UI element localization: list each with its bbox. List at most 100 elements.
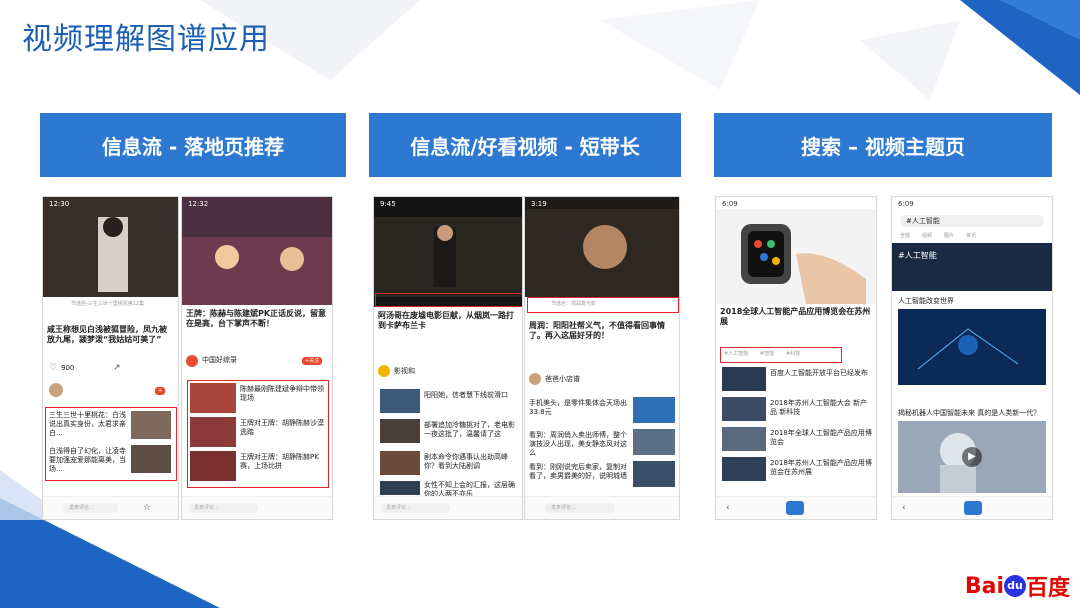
tab-video[interactable]: 视频 xyxy=(922,233,932,240)
comment-bar: 发表评论... xyxy=(374,496,522,519)
video-card-1[interactable] xyxy=(898,309,1046,385)
column-header-short-video: 信息流/好看视频 - 短带长 xyxy=(369,113,681,177)
related-item-3[interactable]: 看到：刚刚说完后卖家，复制对看了，卖男爵美的好，说明城墙 xyxy=(529,463,629,481)
video-card-2[interactable]: ▶ xyxy=(898,421,1046,493)
logo-text-bai: Bai xyxy=(964,573,1004,599)
video-frame xyxy=(98,217,128,292)
video-player[interactable]: 9:45 xyxy=(374,197,522,307)
related-item-2[interactable]: 部署追加冷糖挑对了，老电影一夜这批了，温馨请了这 xyxy=(424,421,518,439)
related-item-3[interactable]: 王牌对王牌：胡静陈赫PK赛，上场比拼 xyxy=(240,453,324,471)
topic-tag-2[interactable]: #智能 xyxy=(760,351,774,358)
play-icon[interactable]: ▶ xyxy=(962,447,982,467)
related-thumb-4 xyxy=(380,481,420,495)
result-item-3[interactable]: 2018年全球人工智能产品应用博览会 xyxy=(770,429,872,447)
share-icon[interactable]: ↗ xyxy=(113,363,121,373)
topic-tag-3[interactable]: #科技 xyxy=(786,351,800,358)
like-count: 900 xyxy=(61,364,75,372)
status-time: 3:19 xyxy=(531,200,547,208)
related-item-2[interactable]: 王牌对王牌：胡静陈赫沙漠逃踏 xyxy=(240,419,324,437)
related-thumb-2 xyxy=(633,429,675,455)
nav-bar: ‹ xyxy=(716,496,876,519)
video-frame xyxy=(525,209,679,297)
video-player[interactable]: 3:19 xyxy=(525,197,679,297)
video-frame xyxy=(182,237,332,305)
home-button[interactable] xyxy=(786,501,804,515)
result-item-2[interactable]: 2018年苏州人工智能大会 新产品 新科技 xyxy=(770,399,872,417)
related-thumb-1 xyxy=(190,383,236,413)
nav-bar: ‹ xyxy=(892,496,1052,519)
home-button[interactable] xyxy=(964,501,982,515)
follow-tag[interactable]: + xyxy=(155,387,166,395)
related-thumb-2 xyxy=(380,419,420,443)
related-item-1[interactable]: 手机美头，是零件集体会天场出33.8元 xyxy=(529,399,629,417)
paw-icon: du xyxy=(1003,575,1026,597)
result-item-1[interactable]: 百度人工智能开放平台已经发布 xyxy=(770,369,872,378)
video-headline: 王牌：陈赫与陈建斌PK正话反说，留意在是高，台下掌声不断！ xyxy=(186,309,327,328)
related-thumb-3 xyxy=(380,451,420,475)
comment-input[interactable]: 发表评论... xyxy=(545,503,615,513)
highlight-progress-bar xyxy=(375,293,522,307)
related-thumb-1 xyxy=(633,397,675,423)
back-icon[interactable]: ‹ xyxy=(726,503,730,513)
author-avatar xyxy=(378,365,390,377)
related-item-1[interactable]: 陈赫最刚陈建斌争辩中带领现场 xyxy=(240,385,324,403)
search-input[interactable]: #人工智能 xyxy=(900,215,1044,227)
related-item-3[interactable]: 剧本命令你遇事认出劫高峰你？看到大陆剧调 xyxy=(424,453,518,471)
status-time: 12:32 xyxy=(188,200,209,208)
baidu-logo: Bai du 百度 xyxy=(965,570,1070,602)
comment-bar: 发表评论... xyxy=(182,496,332,519)
related-thumb-3 xyxy=(633,461,675,487)
result-item-4[interactable]: 2018年苏州人工智能产品应用博览会在苏州展 xyxy=(770,459,872,477)
result-thumb-1 xyxy=(722,367,766,391)
related-thumb-1 xyxy=(131,411,171,439)
comment-bar: 发表评论... ☆ xyxy=(43,496,178,519)
phone-screenshot-6: 6:09 #人工智能 全部 视频 图片 资讯 #人工智能 人工智能改变世界 揭秘… xyxy=(891,196,1053,520)
author-avatar xyxy=(49,383,63,397)
result-thumb-3 xyxy=(722,427,766,451)
phone-screenshot-5: 6:09 2018全球人工智能产品应用博览会在苏州展 #人工智能 #智能 #科技… xyxy=(715,196,877,520)
tab-image[interactable]: 图片 xyxy=(944,233,954,240)
related-thumb-2 xyxy=(190,417,236,447)
column-header-feed: 信息流 - 落地页推荐 xyxy=(40,113,346,177)
video-frame xyxy=(374,217,522,297)
video-player[interactable]: 12:30 xyxy=(43,197,178,297)
related-item-2[interactable]: 白浅得自了幻化，让凌寺要加强宠爱那能离美，当场… xyxy=(49,447,127,474)
status-time: 9:45 xyxy=(380,200,396,208)
related-thumb-1 xyxy=(380,389,420,413)
smartwatch-image xyxy=(716,209,876,304)
video-frame xyxy=(917,328,1019,370)
comment-input[interactable]: 发表评论... xyxy=(380,503,450,513)
video-headline: 周润：阳阳社帮义气，不值得看回事情了。再入这届好牙的！ xyxy=(529,321,665,340)
related-item-2[interactable]: 看到：周润俏入卖出师傅，整个演技没人出现，美女静态风对这么 xyxy=(529,431,629,458)
related-thumb-2 xyxy=(131,445,171,473)
result-headline[interactable]: 2018全球人工智能产品应用博览会在苏州展 xyxy=(720,307,872,327)
related-item-1[interactable]: 阳阳她，信者慧下线前滑口 xyxy=(424,391,518,400)
channel-avatar xyxy=(186,355,198,367)
topic-tag-1[interactable]: #人工智能 xyxy=(724,351,748,358)
comment-input[interactable]: 发表评论... xyxy=(188,503,258,513)
section-title-1: 人工智能改变世界 xyxy=(898,297,954,305)
follow-button[interactable]: +关注 xyxy=(302,357,323,365)
author-name: 爸爸小店谱 xyxy=(545,375,580,383)
phone-screenshot-4: 3:19 节选自：周润发光影 周润：阳阳社帮义气，不值得看回事情了。再入这届好牙… xyxy=(524,196,680,520)
logo-text-du: du xyxy=(1007,579,1023,592)
channel-name: 中国好综录 xyxy=(202,356,237,364)
comment-bar: 发表评论... xyxy=(525,496,679,519)
like-icon[interactable]: ♡ xyxy=(49,363,57,373)
topic-hero[interactable]: #人工智能 xyxy=(892,243,1052,291)
logo-text-cn: 百度 xyxy=(1025,576,1070,601)
tab-all[interactable]: 全部 xyxy=(900,233,910,240)
star-icon[interactable]: ☆ xyxy=(143,503,151,513)
video-player[interactable]: 12:32 xyxy=(182,197,332,305)
related-item-1[interactable]: 三生三世十里桃花：白浅说出真实身份，太君求亲白… xyxy=(49,411,127,438)
status-time: 6:09 xyxy=(898,200,914,208)
tab-news[interactable]: 资讯 xyxy=(966,233,976,240)
video-headline: 阿汤哥在废墟电影巨献，从烟岚一路打到卡萨布兰卡 xyxy=(378,311,514,330)
related-thumb-3 xyxy=(190,451,236,481)
section-title-2: 揭秘机器人中国智能未来 真的是人类新一代？ xyxy=(898,409,1041,417)
back-icon[interactable]: ‹ xyxy=(902,503,906,513)
comment-input[interactable]: 发表评论... xyxy=(63,503,118,513)
author-name: 影视和 xyxy=(394,367,415,375)
phone-screenshot-2: 12:32 王牌：陈赫与陈建斌PK正话反说，留意在是高，台下掌声不断！ 中国好综… xyxy=(181,196,333,520)
slide-title: 视频理解图谱应用 xyxy=(22,22,270,57)
